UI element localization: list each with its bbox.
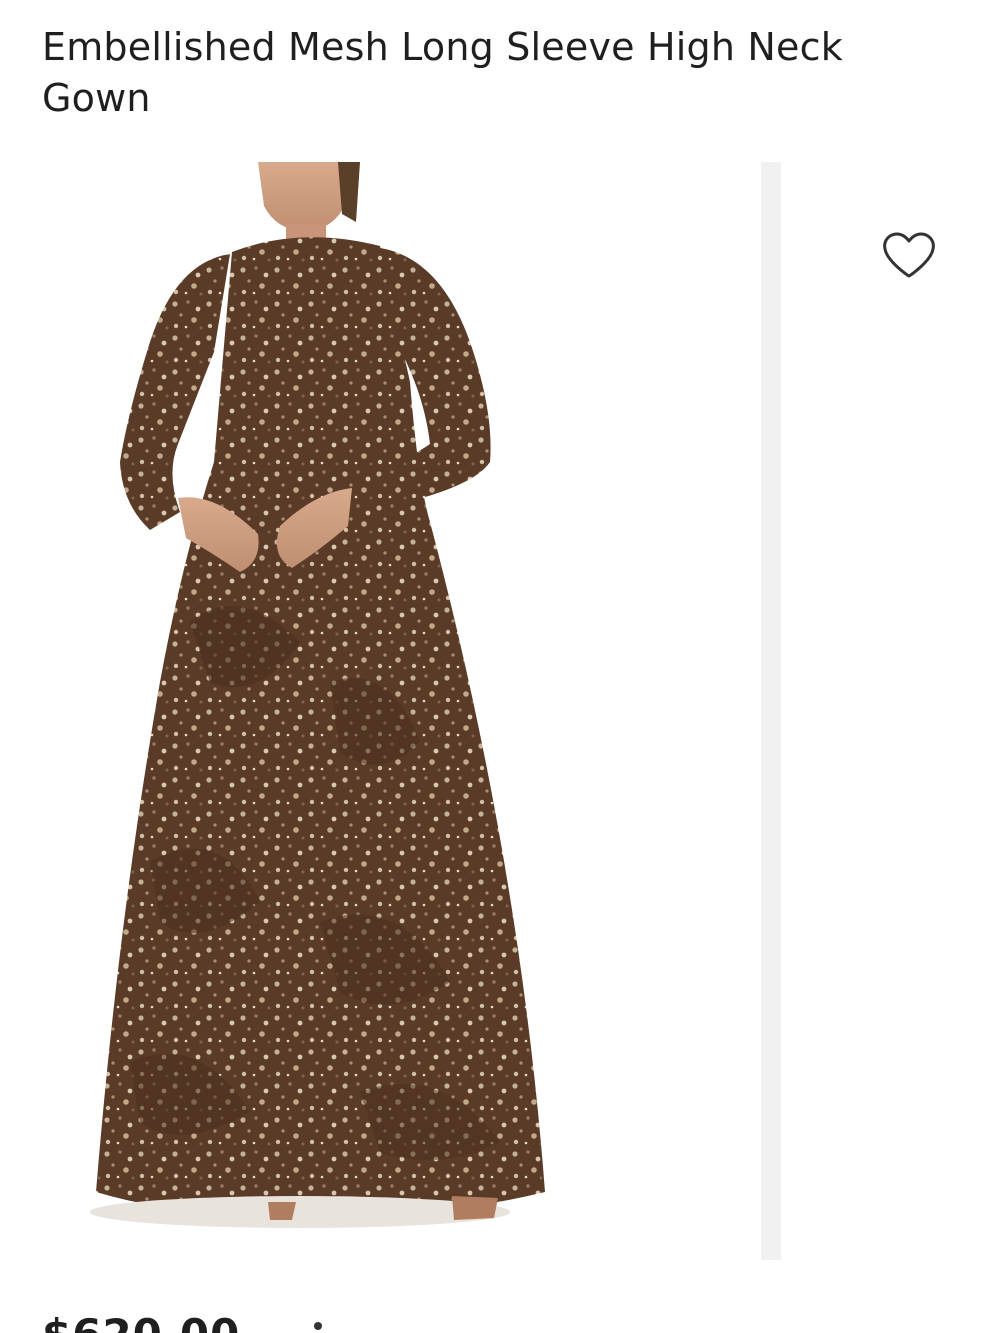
product-title: Embellished Mesh Long Sleeve High Neck G…	[42, 25, 843, 120]
product-main-image[interactable]	[0, 162, 760, 1262]
price-separator-dot	[314, 1322, 322, 1330]
gown-illustration	[90, 162, 545, 1228]
next-image-peek[interactable]	[761, 162, 781, 1260]
product-price: $620.00	[42, 1310, 240, 1333]
heart-outline-icon	[883, 232, 935, 278]
product-page: Embellished Mesh Long Sleeve High Neck G…	[0, 0, 1000, 1333]
product-image-gallery[interactable]	[0, 162, 1000, 1262]
wishlist-button[interactable]	[874, 226, 944, 286]
